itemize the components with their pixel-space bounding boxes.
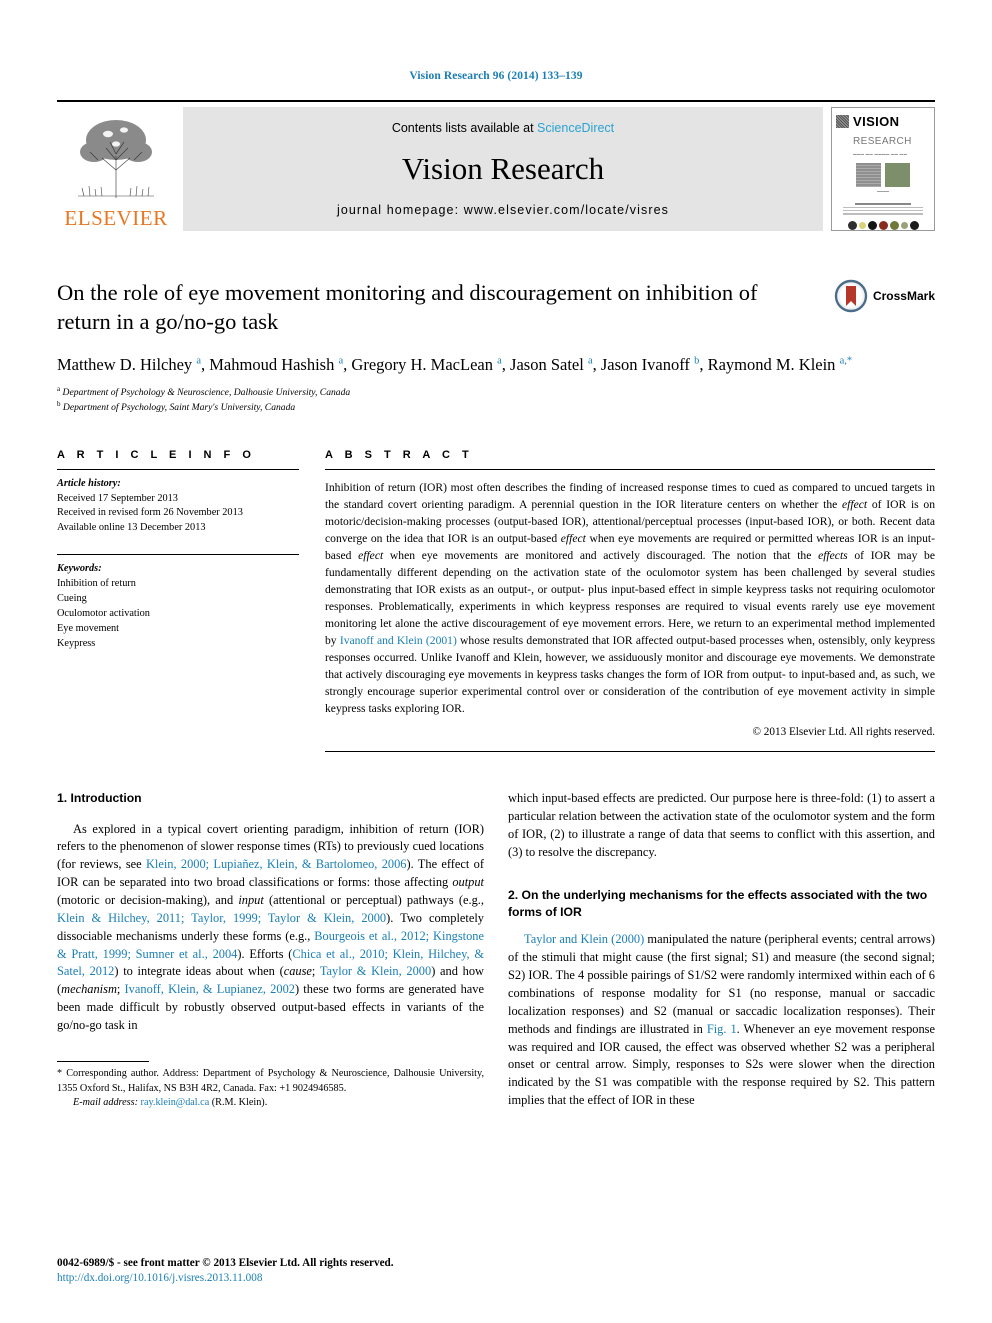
cover-subtitle-rule: ▬▬▬ ▬▬ ▬▬▬▬ ▬▬ ▬▬ xyxy=(853,152,908,156)
crossmark-label: CrossMark xyxy=(872,289,935,303)
masthead-center-panel: Contents lists available at ScienceDirec… xyxy=(183,107,823,231)
elsevier-tree-icon xyxy=(78,120,154,198)
cover-figure-row xyxy=(856,163,910,187)
cover-title-line2: RESEARCH xyxy=(853,136,912,147)
keyword-item: Eye movement xyxy=(57,622,120,634)
affiliation-a: a Department of Psychology & Neuroscienc… xyxy=(57,385,351,399)
masthead-region: ELSEVIER Contents lists available at Sci… xyxy=(0,100,992,231)
affiliations: a Department of Psychology & Neuroscienc… xyxy=(57,385,935,415)
email-note: E-mail address: ray.klein@dal.ca (R.M. K… xyxy=(57,1096,484,1111)
page-title: On the role of eye movement monitoring a… xyxy=(57,280,758,334)
keyword-item: Oculomotor activation xyxy=(57,608,150,620)
contents-prefix: Contents lists available at xyxy=(391,121,538,135)
footnote-rule xyxy=(57,1060,149,1062)
article-info-column: A R T I C L E I N F O Article history: R… xyxy=(57,449,325,752)
crossmark-badge[interactable]: CrossMark xyxy=(834,279,935,313)
abstract-rule xyxy=(325,468,935,470)
issn-copyright-line: 0042-6989/$ - see front matter © 2013 El… xyxy=(57,1256,394,1269)
cover-figure-left xyxy=(856,163,881,187)
email-link[interactable]: ray.klein@dal.ca xyxy=(141,1097,210,1108)
cover-thumbnail-dots xyxy=(847,221,919,231)
body-column-left: 1. Introduction As explored in a typical… xyxy=(57,790,484,1111)
cover-text-lines xyxy=(842,203,924,216)
section-heading-mechanisms: 2. On the underlying mechanisms for the … xyxy=(508,888,928,919)
section-heading-introduction: 1. Introduction xyxy=(57,791,142,806)
elsevier-logo: ELSEVIER xyxy=(57,107,175,231)
keyword-item: Inhibition of return xyxy=(57,578,136,590)
contents-available-line: Contents lists available at ScienceDirec… xyxy=(392,121,614,135)
journal-article-page: Vision Research 96 (2014) 133–139 ELSEVI… xyxy=(0,0,992,1323)
email-label: E-mail address: xyxy=(73,1097,138,1109)
keyword-item: Keypress xyxy=(57,637,96,649)
crossmark-icon xyxy=(834,279,868,313)
article-history-heading: Article history: xyxy=(57,477,121,489)
elsevier-wordmark: ELSEVIER xyxy=(64,206,168,230)
info-and-abstract: A R T I C L E I N F O Article history: R… xyxy=(0,448,992,753)
article-info-rule xyxy=(57,468,299,470)
cover-figure-right xyxy=(885,163,910,187)
running-head: Vision Research 96 (2014) 133–139 xyxy=(409,70,583,82)
article-history-online: Available online 13 December 2013 xyxy=(57,522,206,534)
sciencedirect-link[interactable]: ScienceDirect xyxy=(537,121,614,135)
keyword-item: Cueing xyxy=(57,593,87,605)
keywords-rule xyxy=(57,554,299,556)
journal-cover-thumbnail: VISION RESEARCH ▬▬▬ ▬▬ ▬▬▬▬ ▬▬ ▬▬ ▬▬▬▬ xyxy=(831,107,935,231)
keywords-heading: Keywords: xyxy=(57,563,102,575)
footnote-block: * Corresponding author. Address: Departm… xyxy=(57,1067,484,1111)
article-history-received: Received 17 September 2013 xyxy=(57,492,178,504)
body-column-right: which input-based effects are predicted.… xyxy=(508,790,935,1111)
abstract-bottom-rule xyxy=(325,751,935,753)
intro-paragraph-left: As explored in a typical covert orientin… xyxy=(57,821,485,1032)
cover-title-line1: VISION xyxy=(853,114,900,129)
masthead: ELSEVIER Contents lists available at Sci… xyxy=(57,107,935,231)
cover-figure-caption: ▬▬▬▬ xyxy=(877,189,889,193)
body-columns: 1. Introduction As explored in a typical… xyxy=(0,790,992,1111)
article-history-revised: Received in revised form 26 November 201… xyxy=(57,507,243,519)
affiliation-b-text: Department of Psychology, Saint Mary's U… xyxy=(62,402,296,413)
article-info-heading: A R T I C L E I N F O xyxy=(57,448,256,461)
cover-dot-6 xyxy=(900,222,908,230)
page-footer: 0042-6989/$ - see front matter © 2013 El… xyxy=(57,1256,394,1287)
journal-homepage-line[interactable]: journal homepage: www.elsevier.com/locat… xyxy=(337,203,669,217)
intro-paragraph-right-continuation: which input-based effects are predicted.… xyxy=(508,791,935,859)
doi-link[interactable]: http://dx.doi.org/10.1016/j.visres.2013.… xyxy=(57,1272,262,1284)
cover-dot-5 xyxy=(889,221,899,231)
cover-dot-7 xyxy=(909,221,919,231)
cover-header: VISION RESEARCH xyxy=(836,113,930,149)
cover-dot-4 xyxy=(878,221,888,231)
cover-dot-1 xyxy=(847,221,857,231)
affiliation-a-text: Department of Psychology & Neuroscience,… xyxy=(62,387,351,399)
affiliation-b: b Department of Psychology, Saint Mary's… xyxy=(57,399,296,413)
abstract-heading: A B S T R A C T xyxy=(325,448,474,461)
keywords-group: Keywords: Inhibition of return Cueing Oc… xyxy=(57,562,299,652)
section2-paragraph: Taylor and Klein (2000) manipulated the … xyxy=(508,932,935,1108)
abstract-copyright: © 2013 Elsevier Ltd. All rights reserved… xyxy=(752,726,936,739)
title-block: On the role of eye movement monitoring a… xyxy=(0,279,992,415)
email-suffix: (R.M. Klein). xyxy=(211,1097,268,1109)
abstract-column: A B S T R A C T Inhibition of return (IO… xyxy=(325,448,936,753)
cover-mini-logo-icon xyxy=(836,115,849,128)
cover-dot-2 xyxy=(858,222,866,230)
journal-title: Vision Research xyxy=(401,151,605,186)
author-list: Matthew D. Hilchey a, Mahmoud Hashish a,… xyxy=(57,354,853,374)
article-history-group: Article history: Received 17 September 2… xyxy=(57,477,299,537)
cover-dot-3 xyxy=(867,221,877,231)
abstract-text: Inhibition of return (IOR) most often de… xyxy=(325,480,936,716)
masthead-top-rule xyxy=(57,100,935,102)
corresponding-author-note: * Corresponding author. Address: Departm… xyxy=(57,1067,484,1094)
